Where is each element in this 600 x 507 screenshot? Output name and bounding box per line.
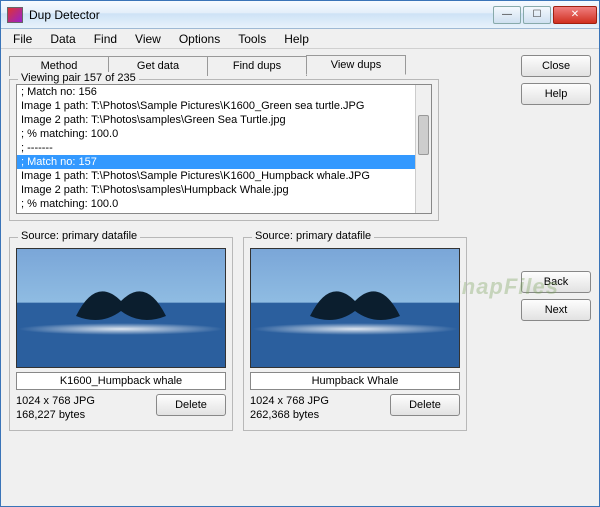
menu-help[interactable]: Help [276, 30, 317, 48]
viewing-groupbox: Viewing pair 157 of 235 ; Match no: 156 … [9, 79, 439, 221]
tab-find-dups[interactable]: Find dups [207, 56, 307, 76]
group-legend: Viewing pair 157 of 235 [18, 72, 139, 84]
close-window-button[interactable]: ✕ [553, 6, 597, 24]
maximize-button[interactable]: ☐ [523, 6, 551, 24]
next-button[interactable]: Next [521, 299, 591, 321]
list-line-selected[interactable]: ; Match no: 157 [17, 155, 431, 169]
list-line[interactable]: ; Match no: 156 [17, 85, 431, 99]
menu-data[interactable]: Data [42, 30, 83, 48]
thumbnail-left [16, 248, 226, 368]
match-listbox[interactable]: ; Match no: 156 Image 1 path: T:\Photos\… [16, 84, 432, 214]
list-line[interactable]: Image 2 path: T:\Photos\samples\Humpback… [17, 183, 431, 197]
listbox-scrollbar[interactable] [415, 85, 431, 213]
menu-file[interactable]: File [5, 30, 40, 48]
list-line[interactable]: ; ------- [17, 141, 431, 155]
tab-view-dups[interactable]: View dups [306, 55, 406, 75]
menu-tools[interactable]: Tools [230, 30, 274, 48]
list-line[interactable]: ; % matching: 100.0 [17, 127, 431, 141]
meta-text-left: 1024 x 768 JPG 168,227 bytes [16, 394, 95, 422]
window-title: Dup Detector [29, 8, 493, 22]
menubar: File Data Find View Options Tools Help [1, 29, 599, 49]
meta-text-right: 1024 x 768 JPG 262,368 bytes [250, 394, 329, 422]
close-button[interactable]: Close [521, 55, 591, 77]
client-area: Method Get data Find dups View dups Clos… [1, 49, 599, 506]
list-line[interactable]: ; ------- [17, 211, 431, 214]
filename-right: Humpback Whale [250, 372, 460, 390]
meta-row-right: 1024 x 768 JPG 262,368 bytes Delete [250, 394, 460, 422]
minimize-button[interactable]: — [493, 6, 521, 24]
list-line[interactable]: Image 1 path: T:\Photos\Sample Pictures\… [17, 99, 431, 113]
image-panel-right: Source: primary datafile Humpback Whale … [243, 237, 467, 431]
thumbnail-right [250, 248, 460, 368]
filename-left: K1600_Humpback whale [16, 372, 226, 390]
bytes-right: 262,368 bytes [250, 408, 329, 422]
meta-row-left: 1024 x 768 JPG 168,227 bytes Delete [16, 394, 226, 422]
splash-decoration [17, 323, 225, 335]
list-line[interactable]: Image 2 path: T:\Photos\samples\Green Se… [17, 113, 431, 127]
menu-options[interactable]: Options [171, 30, 228, 48]
app-window: Dup Detector — ☐ ✕ File Data Find View O… [0, 0, 600, 507]
app-icon [7, 7, 23, 23]
lower-panels: Source: primary datafile K1600_Humpback … [9, 237, 591, 431]
delete-left-button[interactable]: Delete [156, 394, 226, 416]
bytes-left: 168,227 bytes [16, 408, 95, 422]
dims-left: 1024 x 768 JPG [16, 394, 95, 408]
list-line[interactable]: ; % matching: 100.0 [17, 197, 431, 211]
delete-right-button[interactable]: Delete [390, 394, 460, 416]
image-panel-left: Source: primary datafile K1600_Humpback … [9, 237, 233, 431]
menu-find[interactable]: Find [86, 30, 125, 48]
splash-decoration [251, 323, 459, 335]
dims-right: 1024 x 768 JPG [250, 394, 329, 408]
help-button[interactable]: Help [521, 83, 591, 105]
titlebar: Dup Detector — ☐ ✕ [1, 1, 599, 29]
scrollbar-thumb[interactable] [418, 115, 429, 155]
right-button-column: Close Help [521, 55, 591, 105]
window-controls: — ☐ ✕ [493, 6, 597, 24]
menu-view[interactable]: View [127, 30, 169, 48]
panel-legend-left: Source: primary datafile [18, 230, 140, 242]
panel-legend-right: Source: primary datafile [252, 230, 374, 242]
list-line[interactable]: Image 1 path: T:\Photos\Sample Pictures\… [17, 169, 431, 183]
